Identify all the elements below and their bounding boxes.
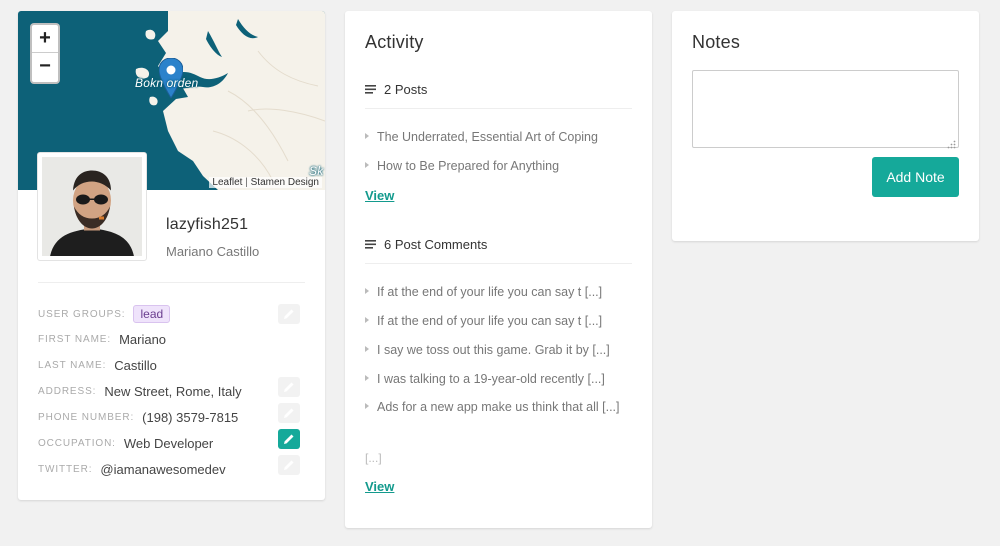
- pencil-icon: [284, 434, 294, 444]
- zoom-out-button[interactable]: −: [32, 53, 58, 81]
- notes-title: Notes: [692, 32, 741, 52]
- edit-user-groups-button[interactable]: [278, 304, 300, 324]
- notes-textarea[interactable]: [692, 70, 959, 148]
- comments-heading-label: 6 Post Comments: [384, 237, 488, 252]
- username: lazyfish251: [166, 216, 249, 233]
- pencil-icon: [284, 460, 294, 470]
- caret-right-icon: [365, 133, 369, 139]
- add-note-button[interactable]: Add Note: [872, 157, 959, 197]
- avatar-photo: [42, 157, 142, 256]
- field-twitter: Twitter: @iamanawesomedev: [38, 459, 226, 479]
- field-label: Twitter:: [38, 463, 93, 475]
- activity-title: Activity: [365, 32, 424, 52]
- pencil-icon: [284, 309, 294, 319]
- post-item[interactable]: The Underrated, Essential Art of Coping: [365, 127, 633, 148]
- posts-heading: 2 Posts: [365, 82, 427, 97]
- caret-right-icon: [365, 317, 369, 323]
- map-zoom-control: + −: [30, 23, 60, 84]
- field-value: Mariano: [119, 331, 167, 347]
- profile-card: + − Bokn orden Sk Leaflet | Stamen Desig…: [18, 11, 325, 500]
- field-value: (198) 3579-7815: [142, 409, 239, 425]
- map-attribution: Leaflet | Stamen Design: [209, 177, 322, 188]
- comment-item[interactable]: Ads for a new app make us think that all…: [365, 397, 627, 418]
- pencil-icon: [284, 408, 294, 418]
- more-comments-ellipsis: [...]: [365, 451, 382, 465]
- comment-item[interactable]: I was talking to a 19-year-old recently …: [365, 369, 633, 390]
- comment-text[interactable]: If at the end of your life you can say t…: [377, 285, 602, 299]
- field-value: Castillo: [114, 357, 157, 373]
- edit-twitter-button[interactable]: [278, 455, 300, 475]
- post-title[interactable]: How to Be Prepared for Anything: [377, 159, 559, 173]
- edit-address-button[interactable]: [278, 377, 300, 397]
- avatar: [37, 152, 147, 261]
- view-comments-link[interactable]: View: [365, 479, 394, 494]
- map-place-label: Bokn orden: [135, 76, 199, 90]
- field-occupation: Occupation: Web Developer: [38, 433, 213, 453]
- field-last-name: Last Name: Castillo: [38, 355, 157, 375]
- comment-item[interactable]: If at the end of your life you can say t…: [365, 282, 633, 303]
- field-label: First Name:: [38, 333, 112, 345]
- posts-heading-label: 2 Posts: [384, 82, 428, 97]
- field-label: Occupation:: [38, 437, 116, 449]
- view-posts-link[interactable]: View: [365, 188, 394, 203]
- field-label: User Groups:: [38, 308, 126, 320]
- edit-phone-button[interactable]: [278, 403, 300, 423]
- zoom-in-button[interactable]: +: [32, 25, 58, 53]
- caret-right-icon: [365, 288, 369, 294]
- resize-grip-icon[interactable]: [947, 136, 956, 154]
- map-corner-label: Sk: [309, 164, 324, 178]
- profile-divider: [38, 282, 305, 283]
- caret-right-icon: [365, 162, 369, 168]
- list-icon: [365, 240, 376, 249]
- user-group-tag: lead: [133, 305, 171, 323]
- field-value: @iamanawesomedev: [100, 461, 226, 477]
- field-label: Last Name:: [38, 359, 107, 371]
- field-first-name: First Name: Mariano: [38, 329, 166, 349]
- activity-card: Activity 2 Posts The Underrated, Essenti…: [345, 11, 652, 528]
- stamen-link[interactable]: Stamen Design: [251, 177, 319, 188]
- comment-item[interactable]: If at the end of your life you can say t…: [365, 311, 633, 332]
- field-label: Address:: [38, 385, 97, 397]
- comments-divider: [365, 263, 632, 264]
- leaflet-link[interactable]: Leaflet: [212, 177, 242, 188]
- pencil-icon: [284, 382, 294, 392]
- field-value: Web Developer: [123, 435, 214, 451]
- attribution-separator: |: [245, 177, 248, 188]
- comment-text[interactable]: I say we toss out this game. Grab it by …: [377, 343, 610, 357]
- comment-text[interactable]: If at the end of your life you can say t…: [377, 314, 602, 328]
- edit-occupation-button[interactable]: [278, 429, 300, 449]
- post-item[interactable]: How to Be Prepared for Anything: [365, 156, 633, 177]
- comment-text[interactable]: Ads for a new app make us think that all…: [377, 400, 620, 414]
- caret-right-icon: [365, 346, 369, 352]
- comments-heading: 6 Post Comments: [365, 237, 487, 252]
- caret-right-icon: [365, 403, 369, 409]
- full-name: Mariano Castillo: [166, 244, 260, 259]
- posts-divider: [365, 108, 632, 109]
- notes-card: Notes Add Note: [672, 11, 979, 241]
- comment-item[interactable]: I say we toss out this game. Grab it by …: [365, 340, 633, 361]
- field-address: Address: New Street, Rome, Italy: [38, 381, 242, 401]
- list-icon: [365, 85, 376, 94]
- field-phone-number: Phone Number: (198) 3579-7815: [38, 407, 238, 427]
- field-user-groups: User Groups: lead: [38, 304, 171, 324]
- field-label: Phone Number:: [38, 411, 135, 423]
- post-title[interactable]: The Underrated, Essential Art of Coping: [377, 130, 598, 144]
- field-value: New Street, Rome, Italy: [104, 383, 242, 399]
- caret-right-icon: [365, 375, 369, 381]
- comment-text[interactable]: I was talking to a 19-year-old recently …: [377, 372, 605, 386]
